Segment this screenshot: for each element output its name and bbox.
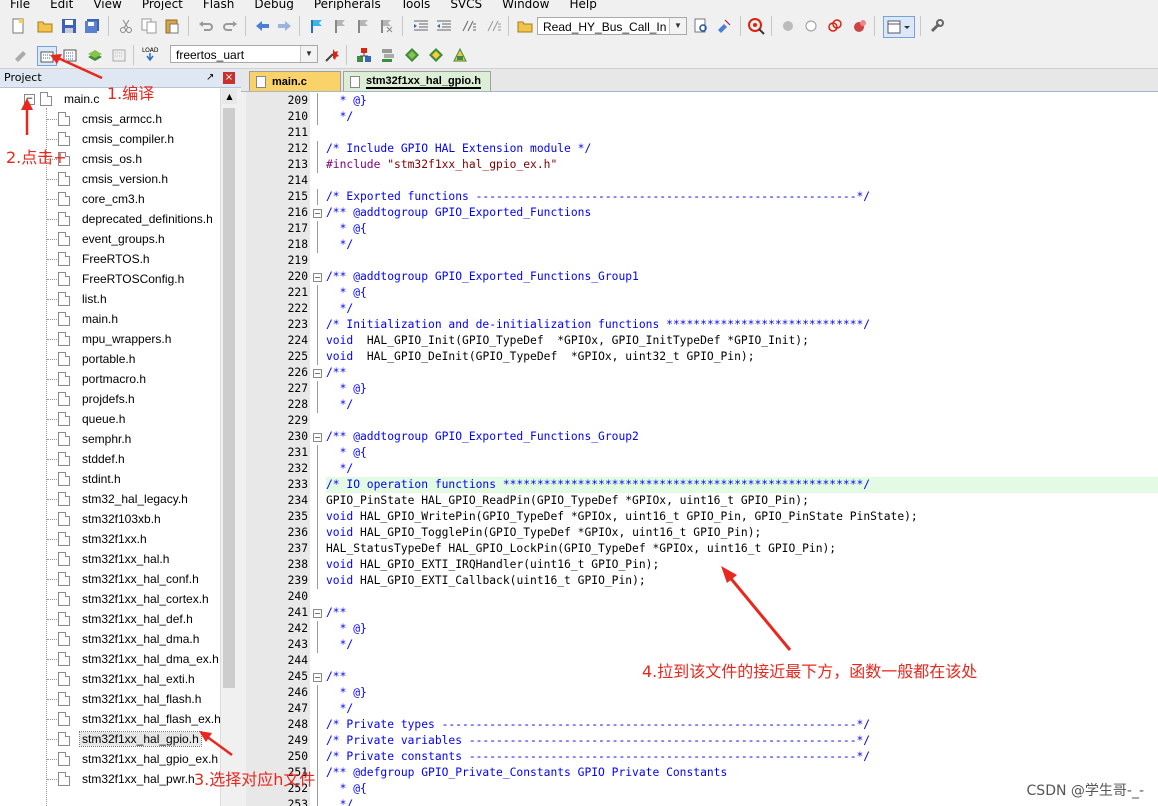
annotation-step3: 3.选择对应h文件 [194,770,316,789]
annotation-step4: 4.拉到该文件的接近最下方，函数一般都在该处 [642,662,978,681]
annotation-arrows [21,54,792,757]
annotation-step2: 2.点击+ [6,148,67,167]
watermark: CSDN @学生哥-_- [1026,783,1144,799]
annotation-step1: 1.编译 [107,84,155,103]
